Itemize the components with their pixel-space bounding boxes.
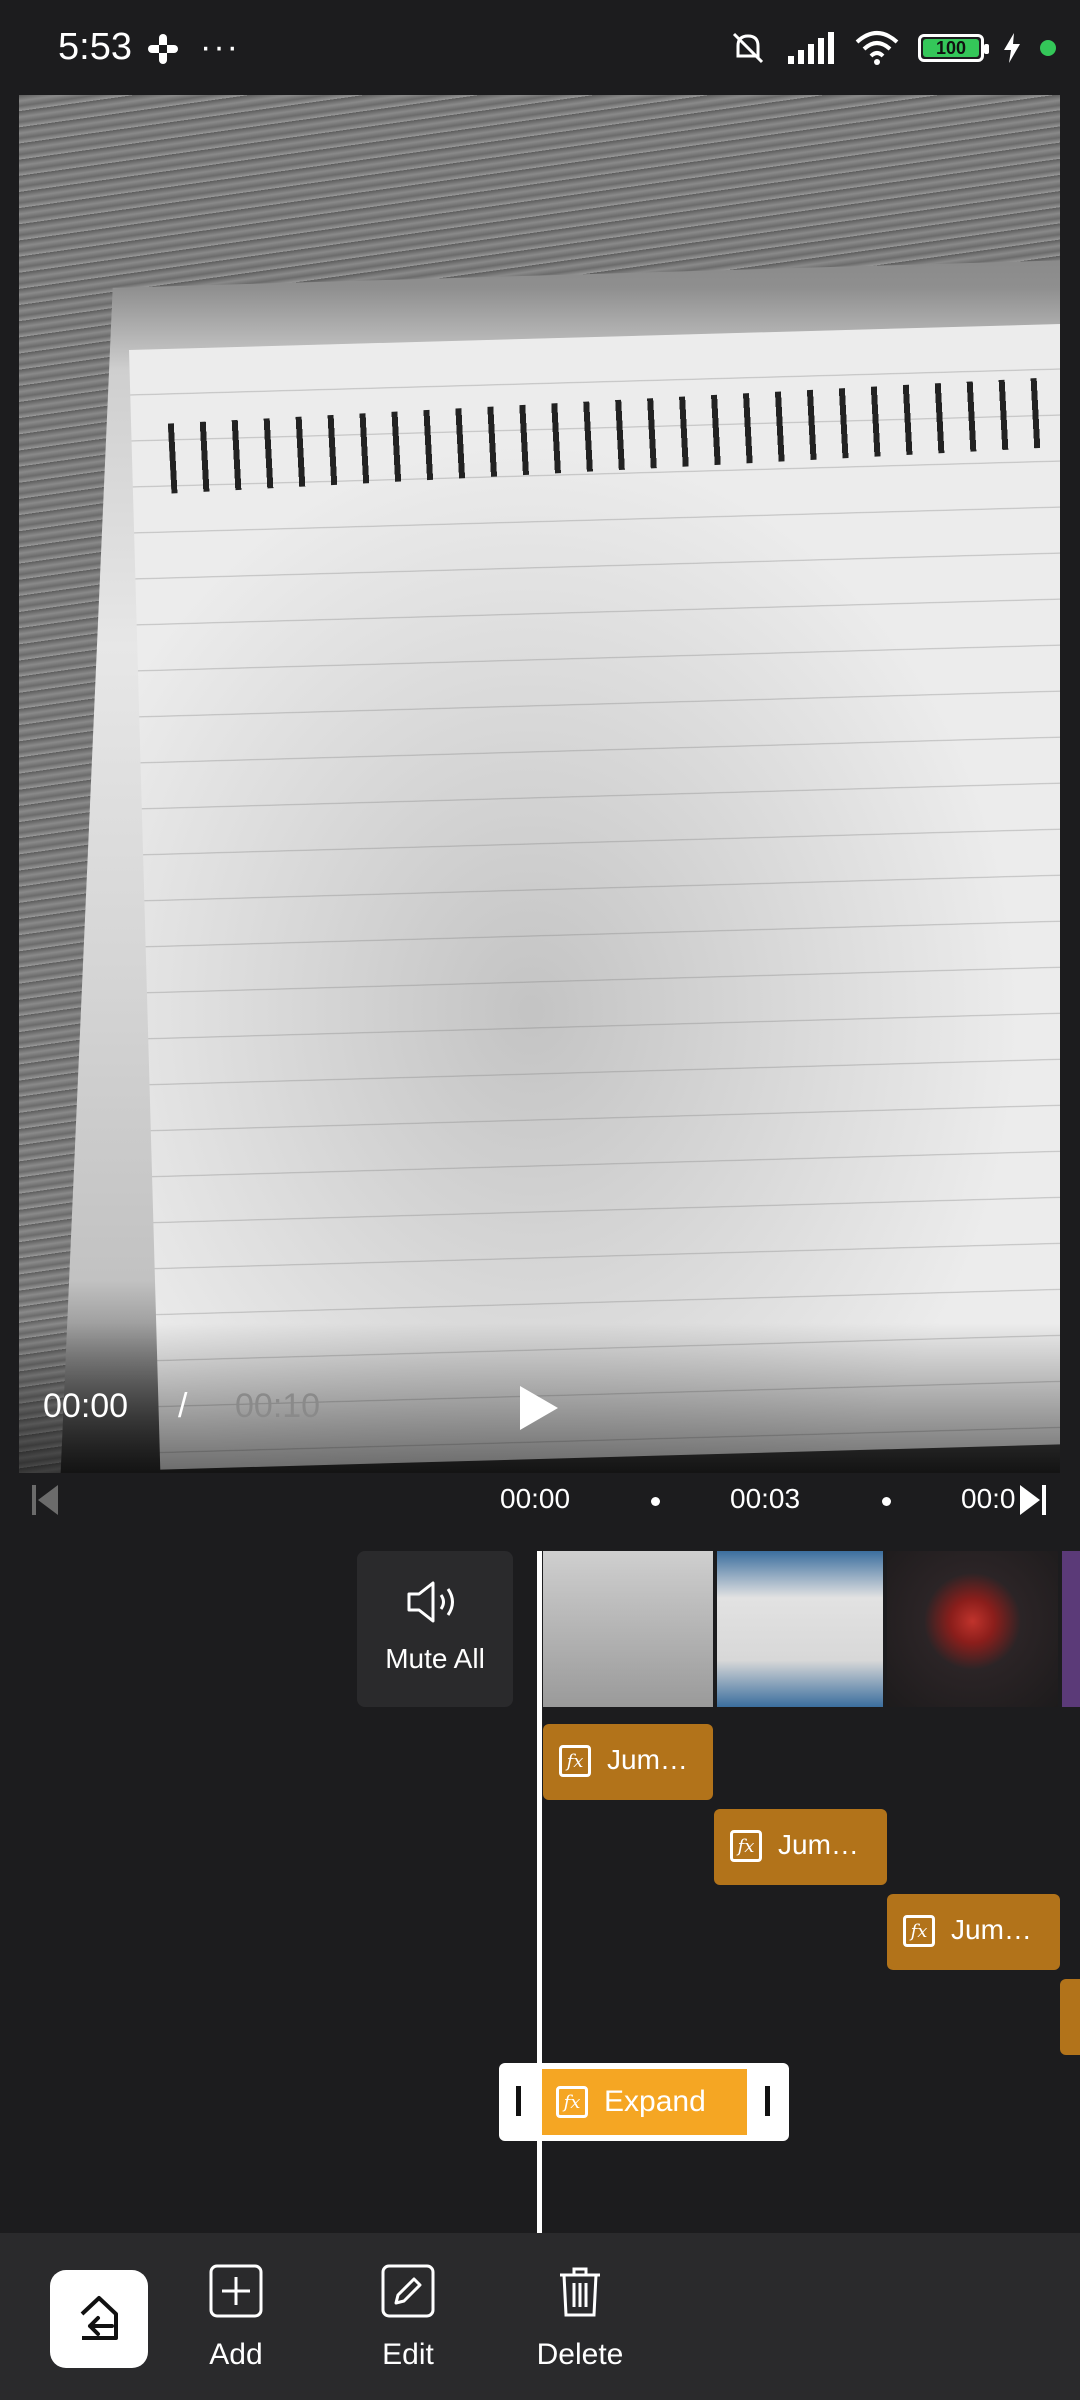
back-button[interactable]: [50, 2270, 148, 2368]
trim-handle-left[interactable]: [516, 2086, 521, 2116]
ruler-tick: 00:03: [730, 1483, 801, 1514]
time-ruler[interactable]: 00:00 00:03 00:0: [0, 1475, 1080, 1525]
signal-icon: [788, 32, 834, 64]
mute-all-label: Mute All: [385, 1643, 485, 1674]
video-preview[interactable]: [19, 95, 1060, 1473]
status-bar: 5:53 ··· 100: [0, 0, 1080, 96]
video-thumbnail[interactable]: [883, 1551, 1058, 1707]
effect-clip[interactable]: fx Jum…: [543, 1724, 713, 1800]
play-icon[interactable]: [516, 1384, 560, 1432]
edit-pencil-icon: [381, 2264, 435, 2318]
ruler-tick: 00:0: [961, 1483, 1016, 1514]
effect-clip-label: Jum…: [778, 1829, 859, 1860]
privacy-indicator: [1040, 40, 1056, 56]
video-track[interactable]: [543, 1551, 1080, 1707]
ruler-tick: 00:00: [500, 1483, 571, 1514]
video-thumbnail[interactable]: [1058, 1551, 1080, 1707]
effect-icon: fx: [559, 1745, 591, 1777]
delete-label: Delete: [536, 2338, 624, 2371]
add-icon: [209, 2264, 263, 2318]
video-thumbnail[interactable]: [713, 1551, 883, 1707]
more-notifications-icon: ···: [200, 28, 240, 66]
speaker-icon: [407, 1581, 454, 1623]
slack-icon: [148, 34, 178, 64]
effect-icon: fx: [903, 1915, 935, 1947]
delete-button[interactable]: Delete: [520, 2263, 640, 2372]
video-thumbnail[interactable]: [543, 1551, 713, 1707]
trash-icon: [560, 2267, 600, 2317]
edit-button[interactable]: Edit: [348, 2263, 468, 2372]
mute-bell-icon: [732, 32, 764, 64]
skip-to-end-icon[interactable]: [1018, 1483, 1048, 1517]
trim-handle-right[interactable]: [765, 2086, 770, 2116]
bottom-toolbar: Add Edit Delete: [0, 2233, 1080, 2400]
charging-icon: [1004, 33, 1020, 63]
effect-icon: fx: [556, 2086, 588, 2118]
mute-all-button[interactable]: Mute All: [357, 1551, 513, 1707]
battery-level: 100: [935, 37, 967, 58]
battery-icon: 100: [918, 34, 989, 62]
effect-icon: fx: [730, 1830, 762, 1862]
edit-label: Edit: [382, 2338, 434, 2371]
skip-to-start-icon[interactable]: [30, 1483, 60, 1517]
wifi-icon: [855, 31, 899, 65]
current-time: 00:00: [43, 1387, 129, 1425]
total-time: 00:10: [235, 1387, 321, 1425]
effect-clip-label: Jum…: [951, 1914, 1032, 1945]
add-button[interactable]: Add: [176, 2263, 296, 2372]
effect-clip[interactable]: [1060, 1979, 1080, 2055]
selected-effect-label: Expand: [604, 2085, 706, 2118]
playhead[interactable]: [537, 1551, 542, 2233]
time-separator: /: [178, 1387, 188, 1425]
effect-clip[interactable]: fx Jum…: [714, 1809, 887, 1885]
preview-notebook: [129, 323, 1060, 1470]
effect-clip[interactable]: fx Jum…: [887, 1894, 1060, 1970]
selected-effect-clip[interactable]: fx Expand: [499, 2063, 789, 2141]
effect-clip-label: Jum…: [607, 1744, 688, 1775]
status-time: 5:53: [58, 26, 132, 68]
add-label: Add: [209, 2338, 263, 2371]
back-arrow-icon: [80, 2296, 118, 2340]
